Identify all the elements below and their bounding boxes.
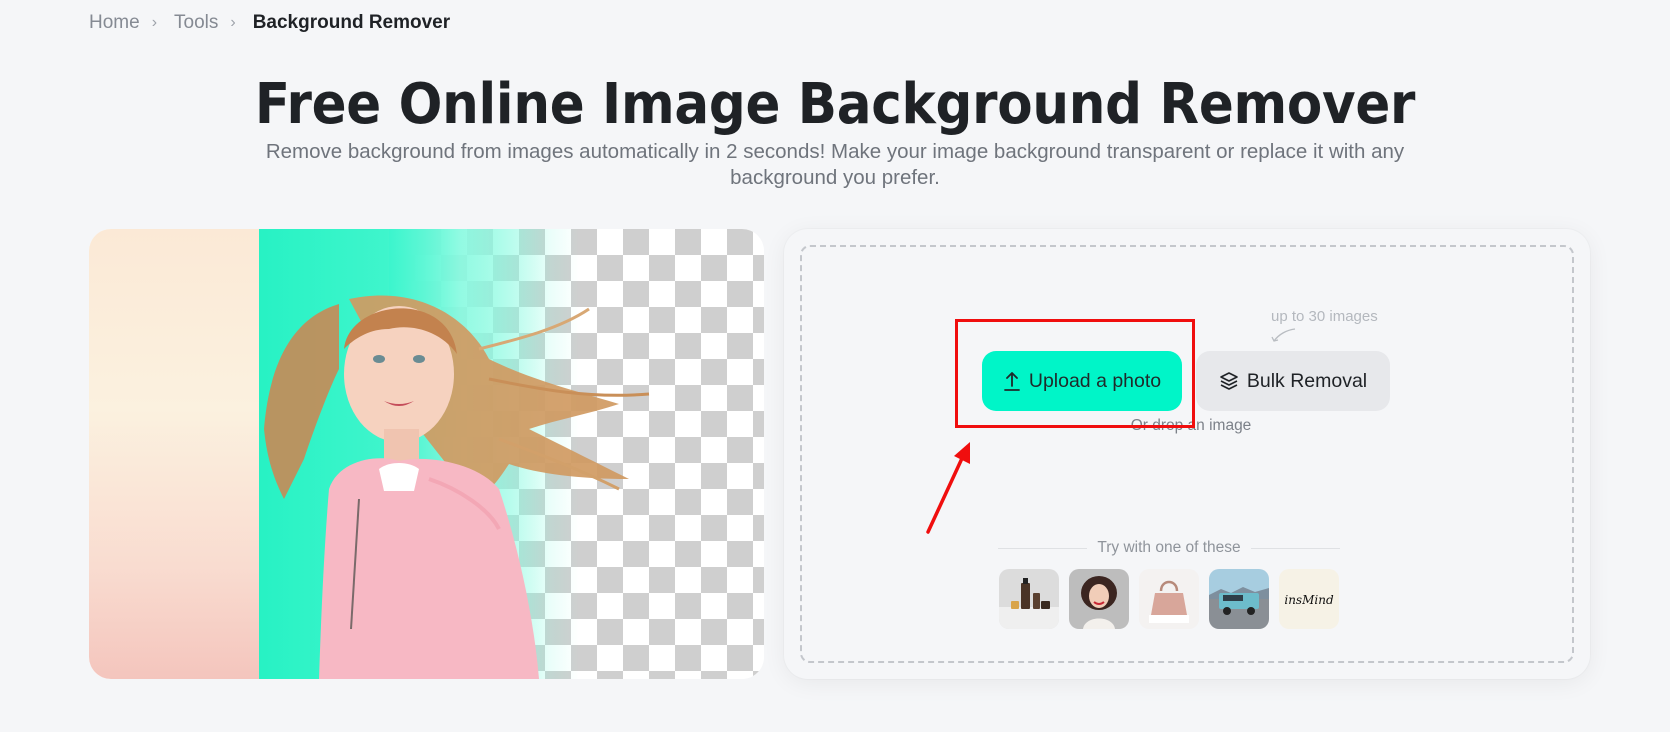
breadcrumb-home[interactable]: Home (89, 12, 140, 34)
samples-label: Try with one of these (1097, 539, 1241, 556)
breadcrumb-tools[interactable]: Tools (174, 12, 218, 34)
drop-hint: Or drop an image (1130, 417, 1252, 434)
curved-arrow-icon (1271, 328, 1296, 342)
cosmetics-thumbnail (999, 569, 1059, 629)
bulk-removal-label: Bulk Removal (1246, 369, 1368, 392)
sample-cosmetics[interactable] (999, 569, 1059, 629)
bulk-removal-button[interactable]: Bulk Removal (1196, 351, 1390, 411)
chevron-right-icon: › (230, 14, 236, 31)
divider (998, 547, 1088, 549)
upload-photo-label: Upload a photo (1028, 369, 1162, 392)
insmind-logo-thumbnail: insMind (1279, 569, 1339, 629)
insmind-logo-text: insMind (1284, 593, 1334, 607)
chevron-right-icon: › (151, 14, 158, 31)
handbag-thumbnail (1139, 569, 1199, 629)
breadcrumb-current: Background Remover (252, 12, 451, 33)
page-subtitle: Remove background from images automatica… (265, 140, 1405, 189)
upload-card: up to 30 images Upload a photo Bulk Remo… (784, 229, 1590, 679)
sample-car[interactable] (1209, 569, 1269, 629)
bulk-hint: up to 30 images (1271, 308, 1378, 325)
showcase-image (89, 229, 764, 679)
sample-insmind-logo[interactable]: insMind (1279, 569, 1339, 629)
car-thumbnail (1209, 569, 1269, 629)
sample-handbag[interactable] (1139, 569, 1199, 629)
upload-arrow-icon (1003, 372, 1020, 391)
sample-images: insMind (999, 569, 1339, 629)
divider (1250, 547, 1340, 549)
layers-icon (1220, 372, 1238, 390)
girl-illustration (264, 295, 650, 679)
sample-woman[interactable] (1069, 569, 1129, 629)
samples-header: Try with one of these (998, 539, 1340, 557)
page-title: Free Online Image Background Remover (254, 72, 1416, 137)
woman-thumbnail (1069, 569, 1129, 629)
upload-photo-button[interactable]: Upload a photo (982, 351, 1182, 411)
breadcrumb: Home › Tools › Background Remover (89, 12, 450, 34)
